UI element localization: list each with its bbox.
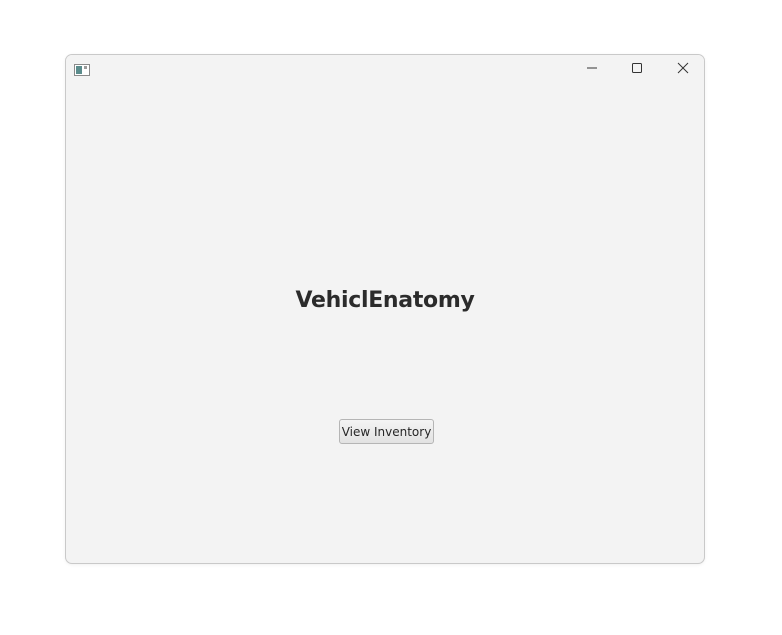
main-content: VehiclEnatomy View Inventory — [66, 85, 704, 563]
app-window: VehiclEnatomy View Inventory — [65, 54, 705, 564]
maximize-button[interactable] — [615, 55, 659, 85]
maximize-icon — [631, 61, 643, 79]
title-bar[interactable] — [66, 55, 704, 85]
view-inventory-button[interactable]: View Inventory — [339, 419, 434, 444]
minimize-icon — [586, 61, 598, 79]
minimize-button[interactable] — [570, 55, 614, 85]
app-window-icon — [74, 63, 90, 76]
app-title: VehiclEnatomy — [295, 288, 475, 313]
close-icon — [677, 61, 689, 79]
close-button[interactable] — [661, 55, 704, 85]
